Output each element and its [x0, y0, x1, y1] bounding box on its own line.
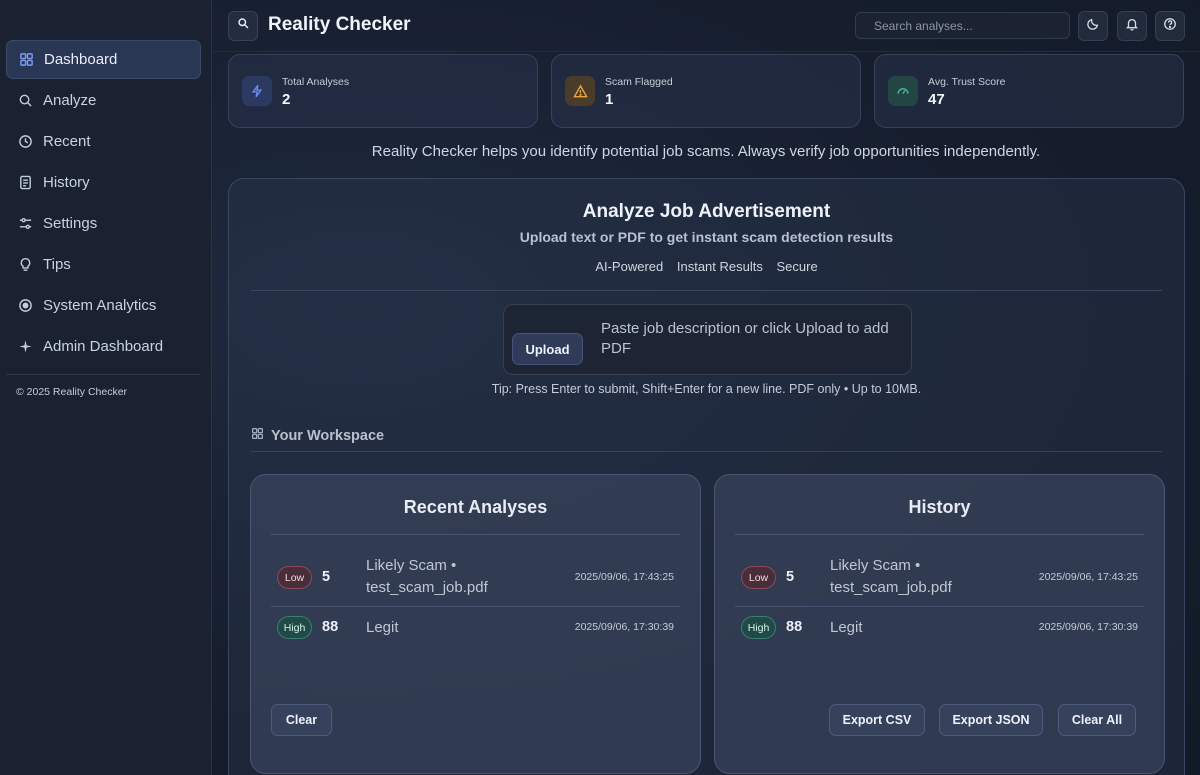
bell-icon — [1125, 17, 1139, 36]
theme-toggle-button[interactable] — [1078, 11, 1108, 41]
gauge-icon — [888, 76, 918, 106]
sidebar-item-admin-dashboard[interactable]: Admin Dashboard — [6, 327, 201, 366]
moon-icon — [1086, 17, 1100, 36]
sidebar: Dashboard Analyze Recent History Setting… — [0, 0, 212, 775]
workspace-header: Your Workspace — [251, 427, 384, 444]
help-circle-icon — [1163, 17, 1177, 36]
trust-score: 5 — [786, 569, 795, 585]
clock-icon — [17, 134, 33, 150]
section-divider — [251, 290, 1162, 291]
recent-analyses-card: Recent Analyses Low 5 Likely Scam • test… — [250, 474, 701, 774]
stat-label: Avg. Trust Score — [928, 76, 1006, 88]
upload-button[interactable]: Upload — [512, 333, 583, 365]
stat-value: 2 — [282, 91, 291, 108]
trust-score: 5 — [322, 569, 331, 585]
sidebar-item-label: Analyze — [43, 92, 97, 109]
feature-item: Instant Results — [676, 259, 763, 274]
tagline: Reality Checker helps you identify poten… — [371, 143, 1041, 160]
sidebar-item-label: Tips — [43, 256, 71, 273]
sidebar-item-system-analytics[interactable]: System Analytics — [6, 286, 201, 325]
sparkle-icon — [17, 339, 33, 355]
row-divider — [735, 606, 1144, 607]
sidebar-item-label: History — [43, 174, 90, 191]
card-divider — [271, 534, 680, 535]
grid-icon — [251, 427, 271, 444]
lightbulb-icon — [17, 257, 33, 273]
card-divider — [735, 534, 1144, 535]
clear-all-button[interactable]: Clear All — [1058, 704, 1136, 736]
stat-card-avg-trust-score: Avg. Trust Score 47 — [874, 54, 1184, 128]
help-button[interactable] — [1155, 11, 1185, 41]
verdict-text: Legit — [366, 619, 399, 636]
document-icon — [17, 175, 33, 191]
analysis-row[interactable]: Low 5 Likely Scam • test_scam_job.pdf 20… — [271, 555, 680, 605]
recent-analyses-title: Recent Analyses — [403, 497, 548, 517]
export-csv-button[interactable]: Export CSV — [829, 704, 925, 736]
history-row[interactable]: Low 5 Likely Scam • test_scam_job.pdf 20… — [735, 555, 1144, 605]
sidebar-item-label: Recent — [43, 133, 91, 150]
sidebar-item-label: Dashboard — [44, 51, 118, 68]
app-logo-button[interactable] — [228, 11, 258, 41]
workspace-divider — [251, 451, 1162, 452]
stat-value: 1 — [605, 91, 614, 108]
feature-item: AI-Powered — [595, 259, 664, 274]
risk-badge-low: Low — [741, 566, 776, 589]
analyze-title: Analyze Job Advertisement — [582, 201, 831, 222]
trust-score: 88 — [786, 619, 803, 635]
verdict-text: Legit — [830, 619, 863, 636]
feature-item: Secure — [776, 259, 818, 274]
target-icon — [17, 298, 33, 314]
sidebar-nav: Dashboard Analyze Recent History Setting… — [0, 0, 211, 366]
sidebar-item-settings[interactable]: Settings — [6, 204, 201, 243]
timestamp: 2025/09/06, 17:30:39 — [1038, 621, 1138, 633]
row-divider — [271, 606, 680, 607]
sidebar-item-dashboard[interactable]: Dashboard — [6, 40, 201, 79]
warning-icon — [565, 76, 595, 106]
stat-label: Scam Flagged — [605, 76, 673, 88]
export-json-button[interactable]: Export JSON — [939, 704, 1043, 736]
magnifier-logo-icon — [237, 17, 250, 35]
job-input-area[interactable]: Upload Paste job description or click Up… — [503, 304, 912, 375]
stat-value: 47 — [928, 91, 945, 108]
stat-card-total-analyses: Total Analyses 2 — [228, 54, 538, 128]
sidebar-item-label: Settings — [43, 215, 98, 232]
stat-card-scam-flagged: Scam Flagged 1 — [551, 54, 861, 128]
timestamp: 2025/09/06, 17:30:39 — [574, 621, 674, 633]
analyze-panel: Analyze Job Advertisement Upload text or… — [228, 178, 1185, 775]
verdict-text: Likely Scam • test_scam_job.pdf — [830, 557, 952, 596]
history-title: History — [908, 497, 971, 517]
risk-badge-high: High — [277, 616, 312, 639]
analysis-row[interactable]: High 88 Legit 2025/09/06, 17:30:39 — [271, 616, 680, 666]
history-row[interactable]: High 88 Legit 2025/09/06, 17:30:39 — [735, 616, 1144, 666]
clear-button[interactable]: Clear — [271, 704, 332, 736]
history-card: History Low 5 Likely Scam • test_scam_jo… — [714, 474, 1165, 774]
notifications-button[interactable] — [1117, 11, 1147, 41]
search-icon — [17, 93, 33, 109]
stat-label: Total Analyses — [282, 76, 350, 88]
sidebar-item-label: System Analytics — [43, 297, 157, 314]
bolt-icon — [242, 76, 272, 106]
app-title: Reality Checker — [268, 14, 411, 35]
timestamp: 2025/09/06, 17:43:25 — [574, 571, 674, 583]
workspace-title: Your Workspace — [271, 427, 385, 444]
grid-icon — [18, 52, 34, 68]
sidebar-item-recent[interactable]: Recent — [6, 122, 201, 161]
job-input-placeholder: Paste job description or click Upload to… — [601, 320, 889, 357]
search-input[interactable] — [855, 12, 1070, 39]
sidebar-item-analyze[interactable]: Analyze — [6, 81, 201, 120]
sidebar-item-tips[interactable]: Tips — [6, 245, 201, 284]
top-header: Reality Checker — [212, 0, 1200, 52]
verdict-text: Likely Scam • test_scam_job.pdf — [366, 557, 488, 596]
copyright-text: © 2025 Reality Checker — [16, 386, 128, 398]
sliders-icon — [17, 216, 33, 232]
trust-score: 88 — [322, 619, 339, 635]
feature-list: AI-Powered Instant Results Secure — [229, 259, 1184, 274]
risk-badge-low: Low — [277, 566, 312, 589]
risk-badge-high: High — [741, 616, 776, 639]
sidebar-item-label: Admin Dashboard — [43, 338, 164, 355]
analyze-subtitle: Upload text or PDF to get instant scam d… — [519, 229, 894, 245]
input-tip: Tip: Press Enter to submit, Shift+Enter … — [491, 382, 922, 396]
sidebar-item-history[interactable]: History — [6, 163, 201, 202]
timestamp: 2025/09/06, 17:43:25 — [1038, 571, 1138, 583]
